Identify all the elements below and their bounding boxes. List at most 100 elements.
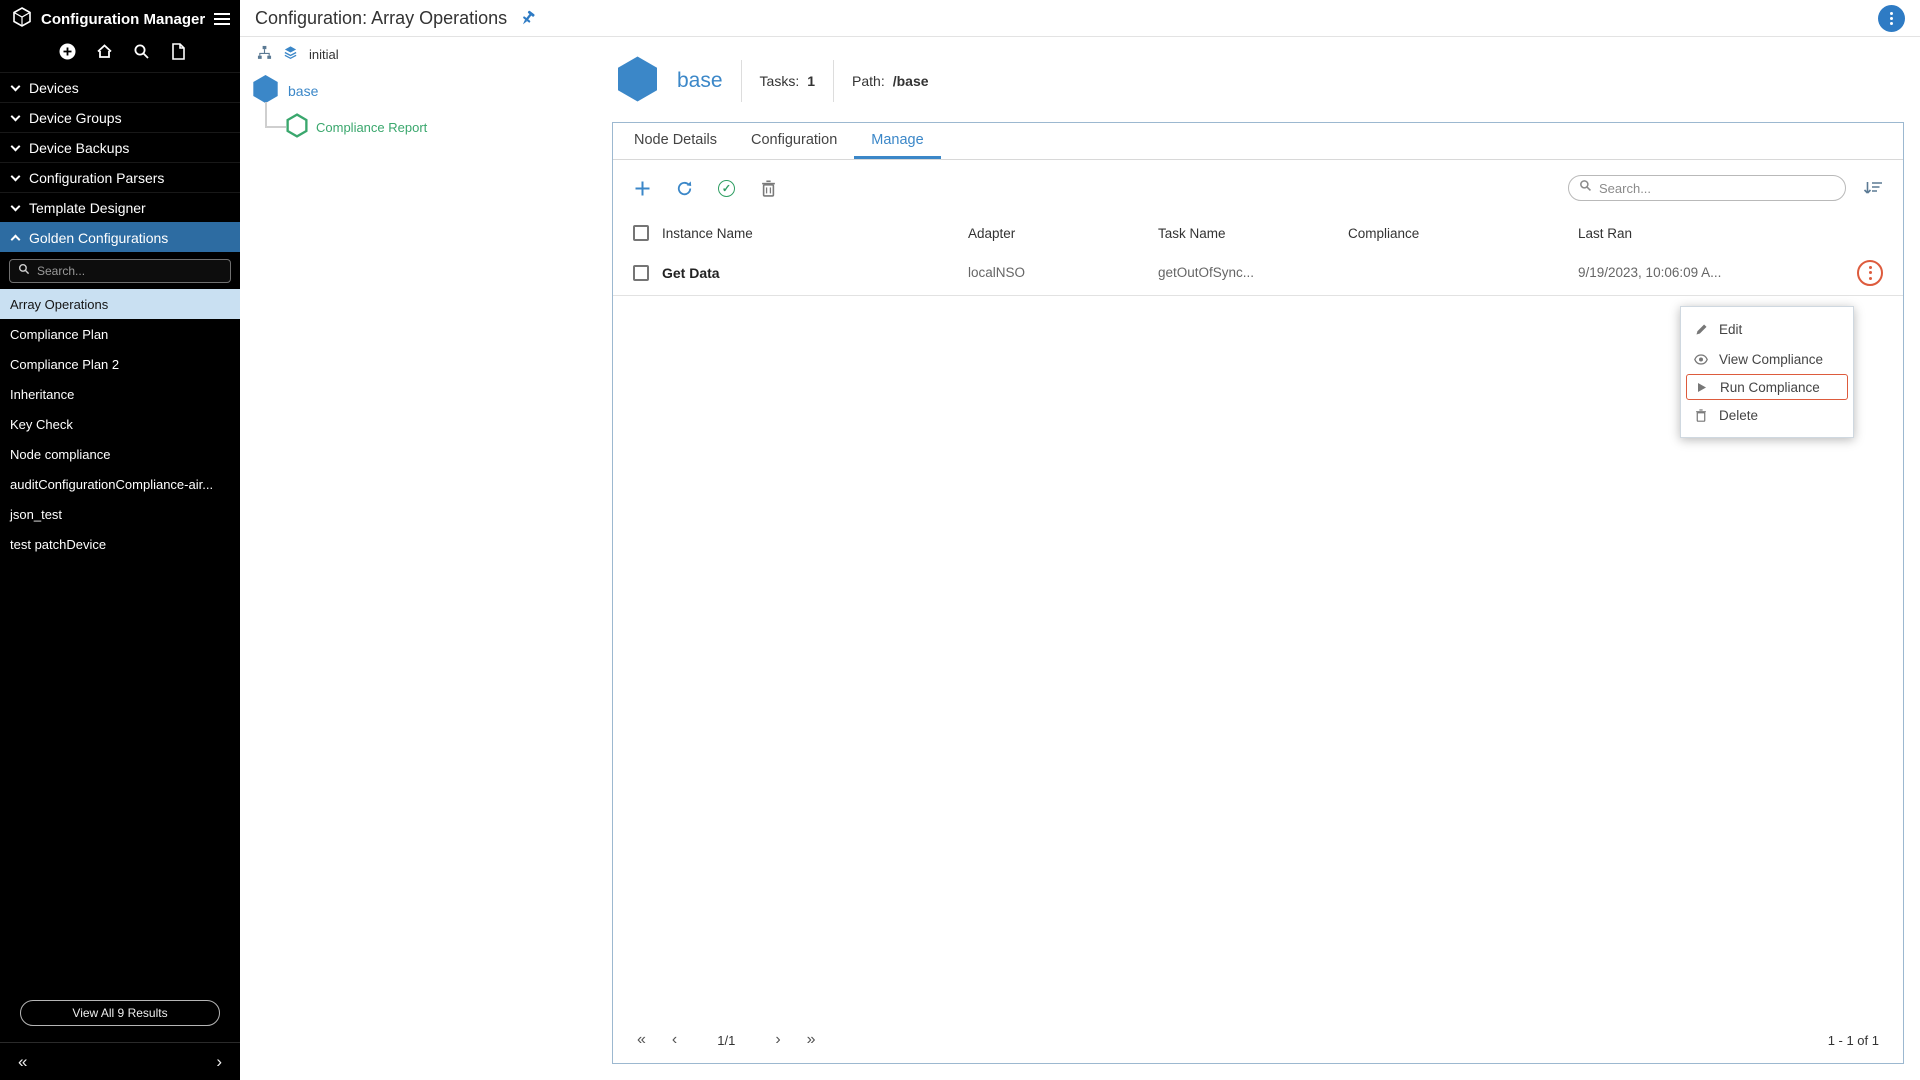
item-label: Key Check <box>10 416 73 432</box>
sidebar-item-array-operations[interactable]: Array Operations <box>0 289 240 319</box>
layers-icon[interactable] <box>283 45 298 63</box>
menu-item-label: Edit <box>1719 321 1743 337</box>
path-info: Path: /base <box>852 73 929 89</box>
collapse-sidebar-icon[interactable]: « <box>18 1052 27 1072</box>
item-label: Inheritance <box>10 386 75 402</box>
sidebar-item-audit-configuration-compliance[interactable]: auditConfigurationCompliance-air... <box>0 469 240 499</box>
chevron-down-icon <box>10 201 21 211</box>
col-adapter: Adapter <box>968 225 1016 241</box>
pin-icon[interactable] <box>519 10 536 27</box>
check-circle-icon[interactable]: ✓ <box>717 179 736 198</box>
table-search-input[interactable] <box>1599 180 1835 196</box>
menu-item-run-compliance[interactable]: Run Compliance <box>1686 374 1848 400</box>
item-label: test patchDevice <box>10 536 107 552</box>
sidebar-section-golden-configurations[interactable]: Golden Configurations <box>0 222 240 252</box>
sidebar-item-inheritance[interactable]: Inheritance <box>0 379 240 409</box>
section-label: Configuration Parsers <box>29 169 165 186</box>
pagination-controls: « ‹ 1/1 › » <box>637 1031 816 1049</box>
menu-item-view-compliance[interactable]: View Compliance <box>1681 344 1853 374</box>
section-label: Device Backups <box>29 139 130 156</box>
row-task-name: getOutOfSync... <box>1158 265 1255 280</box>
first-page-button[interactable]: « <box>637 1031 646 1049</box>
sidebar-item-node-compliance[interactable]: Node compliance <box>0 439 240 469</box>
section-label: Golden Configurations <box>29 229 169 246</box>
sidebar-item-compliance-plan-2[interactable]: Compliance Plan 2 <box>0 349 240 379</box>
sort-icon[interactable] <box>1863 181 1883 196</box>
tasks-info: Tasks: 1 <box>760 73 815 89</box>
row-adapter: localNSO <box>968 265 1026 280</box>
tree-node-compliance-report[interactable]: Compliance Report <box>286 113 427 141</box>
previous-page-button[interactable]: ‹ <box>672 1031 677 1049</box>
app-title: Configuration Manager <box>41 10 206 28</box>
row-last-ran: 9/19/2023, 10:06:09 A... <box>1578 265 1722 280</box>
hierarchy-icon[interactable] <box>257 45 272 63</box>
refresh-icon[interactable] <box>675 179 694 198</box>
pagination: « ‹ 1/1 › » 1 - 1 of 1 <box>613 1017 1903 1063</box>
select-all-checkbox[interactable] <box>633 225 649 241</box>
tab-node-details[interactable]: Node Details <box>617 123 734 159</box>
divider <box>740 60 742 102</box>
sidebar-section-configuration-parsers[interactable]: Configuration Parsers <box>0 162 240 192</box>
sidebar-search-input[interactable] <box>37 264 222 278</box>
expand-sidebar-icon[interactable]: › <box>216 1052 222 1072</box>
path-label: Path: <box>852 73 885 89</box>
tasks-value: 1 <box>807 73 816 89</box>
divider <box>833 60 835 102</box>
hamburger-menu-icon[interactable] <box>214 13 231 25</box>
add-icon[interactable] <box>633 179 652 198</box>
item-label: Node compliance <box>10 446 111 462</box>
sidebar-search <box>9 259 231 283</box>
search-icon <box>18 262 30 280</box>
item-label: json_test <box>10 506 63 522</box>
table-row: Get Data localNSO getOutOfSync... 9/19/2… <box>613 250 1903 296</box>
col-last-ran: Last Ran <box>1578 225 1633 241</box>
sidebar-header: Configuration Manager <box>0 0 240 38</box>
trash-icon[interactable] <box>759 179 778 198</box>
menu-item-delete[interactable]: Delete <box>1681 400 1853 430</box>
view-all-results-button[interactable]: View All 9 Results <box>20 1000 220 1026</box>
hexagon-node-icon <box>616 55 659 108</box>
chevron-down-icon <box>10 141 21 151</box>
table-header-row: Instance Name Adapter Task Name Complian… <box>613 216 1903 250</box>
sidebar-section-device-groups[interactable]: Device Groups <box>0 102 240 132</box>
sidebar-item-json-test[interactable]: json_test <box>0 499 240 529</box>
next-page-button[interactable]: › <box>775 1031 780 1049</box>
toolbar: ✓ <box>613 160 1903 206</box>
home-icon[interactable] <box>95 42 113 60</box>
sidebar-item-key-check[interactable]: Key Check <box>0 409 240 439</box>
sidebar-quick-icons <box>0 38 240 72</box>
tree-header: initial <box>250 44 530 64</box>
chevron-down-icon <box>10 81 21 91</box>
sidebar-footer: « › <box>0 1042 240 1080</box>
help-menu-button[interactable] <box>1878 4 1905 32</box>
document-icon[interactable] <box>169 42 187 60</box>
add-circle-icon[interactable] <box>58 42 76 60</box>
row-checkbox[interactable] <box>633 264 649 281</box>
item-label: Compliance Plan 2 <box>10 356 120 372</box>
page-indicator: 1/1 <box>717 1032 736 1048</box>
row-instance-name: Get Data <box>662 264 720 281</box>
result-range-label: 1 - 1 of 1 <box>1827 1032 1879 1048</box>
page-title: Configuration: Array Operations <box>255 7 508 28</box>
node-tree: initial base Compliance Report <box>250 44 530 174</box>
sidebar-item-test-patchdevice[interactable]: test patchDevice <box>0 529 240 559</box>
sidebar-item-compliance-plan[interactable]: Compliance Plan <box>0 319 240 349</box>
last-page-button[interactable]: » <box>807 1031 816 1049</box>
tab-bar: Node Details Configuration Manage <box>613 123 1903 160</box>
sidebar-section-template-designer[interactable]: Template Designer <box>0 192 240 222</box>
menu-item-edit[interactable]: Edit <box>1681 314 1853 344</box>
path-value: /base <box>892 73 929 89</box>
tab-manage[interactable]: Manage <box>854 123 941 159</box>
row-actions-menu-button[interactable] <box>1857 259 1883 286</box>
sidebar-section-device-backups[interactable]: Device Backups <box>0 132 240 162</box>
sidebar-section-devices[interactable]: Devices <box>0 72 240 102</box>
search-icon[interactable] <box>132 42 150 60</box>
chevron-down-icon <box>10 171 21 181</box>
item-label: auditConfigurationCompliance-air... <box>10 476 214 492</box>
tab-configuration[interactable]: Configuration <box>734 123 854 159</box>
col-instance-name: Instance Name <box>662 225 753 241</box>
col-task-name: Task Name <box>1158 225 1226 241</box>
section-label: Devices <box>29 79 79 96</box>
chevron-down-icon <box>10 111 21 121</box>
section-label: Device Groups <box>29 109 122 126</box>
